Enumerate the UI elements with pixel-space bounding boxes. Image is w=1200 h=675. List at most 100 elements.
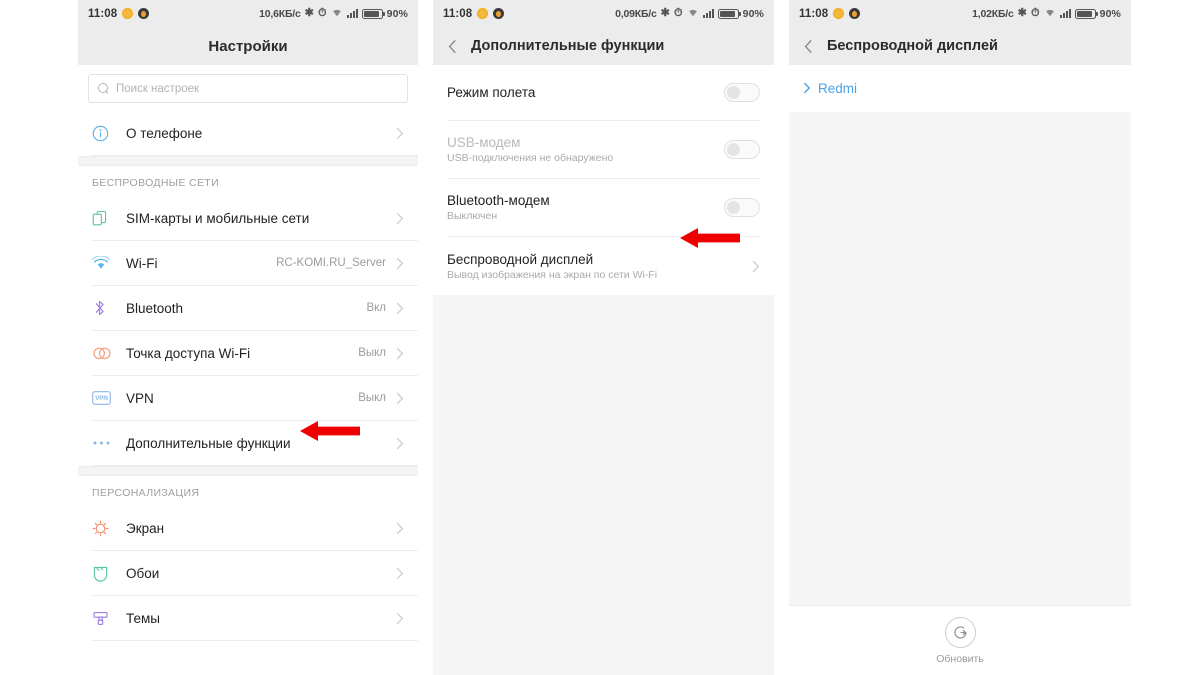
row-wifi[interactable]: Wi-Fi RC-KOMI.RU_Server — [92, 241, 418, 286]
wifi-icon — [331, 7, 343, 20]
screenshot-canvas: 11:08 10,6КБ/c ✱ ⏱ 90% Настройки Поиск н… — [0, 0, 1200, 675]
chevron-right-icon — [803, 82, 811, 96]
status-bar: 11:08 0,09КБ/c ✱ ⏱ 90% — [433, 0, 774, 27]
app-dark-icon — [849, 8, 861, 19]
row-additional-features[interactable]: Дополнительные функции — [92, 421, 418, 466]
back-button[interactable] — [789, 27, 827, 65]
chevron-right-icon — [396, 392, 404, 405]
row-wifi-hotspot[interactable]: Точка доступа Wi-Fi Выкл — [92, 331, 418, 376]
title-bar: Настройки — [78, 27, 418, 65]
row-label: USB-модем — [447, 135, 521, 150]
device-list-item-redmi[interactable]: Redmi — [789, 65, 1131, 112]
refresh-icon — [953, 625, 967, 638]
row-value: Вкл — [366, 302, 386, 314]
more-dots-icon — [92, 440, 126, 446]
chevron-right-icon — [396, 212, 404, 225]
section-gap — [78, 156, 418, 166]
back-button[interactable] — [433, 27, 471, 65]
bluetooth-icon — [92, 299, 126, 317]
refresh-label: Обновить — [936, 652, 984, 665]
section-header-wireless: БЕСПРОВОДНЫЕ СЕТИ — [78, 166, 418, 196]
section-header-personalization: ПЕРСОНАЛИЗАЦИЯ — [78, 476, 418, 506]
row-airplane-mode[interactable]: Режим полета — [447, 65, 760, 121]
row-label: Wi-Fi — [126, 255, 158, 271]
empty-area — [433, 295, 774, 675]
row-themes[interactable]: Темы — [92, 596, 418, 641]
signal-icon — [702, 9, 714, 18]
title-bar: Дополнительные функции — [433, 27, 774, 65]
refresh-button[interactable] — [944, 616, 976, 648]
device-name: Redmi — [818, 81, 858, 96]
battery-percent: 90% — [742, 7, 764, 20]
row-bluetooth[interactable]: Bluetooth Вкл — [92, 286, 418, 331]
weather-sun-icon — [122, 8, 134, 19]
chevron-right-icon — [396, 302, 404, 315]
hotspot-icon — [92, 346, 126, 361]
title-bar: Беспроводной дисплей — [789, 27, 1131, 65]
vpn-icon: VPN — [92, 391, 126, 405]
row-wireless-display[interactable]: Беспроводной дисплей Вывод изображения н… — [447, 237, 760, 295]
row-sublabel: Выключен — [447, 210, 498, 222]
alarm-icon: ⏱ — [1030, 7, 1040, 19]
status-bar: 11:08 10,6КБ/c ✱ ⏱ 90% — [78, 0, 418, 27]
status-bar-right: 0,09КБ/c ✱ ⏱ 90% — [615, 7, 764, 20]
themes-icon — [92, 610, 126, 627]
row-about-phone[interactable]: О телефоне — [92, 111, 418, 156]
page-title: Настройки — [208, 37, 288, 55]
info-icon — [92, 125, 126, 142]
row-label: Обои — [126, 565, 160, 581]
row-bluetooth-tethering[interactable]: Bluetooth-модем Выключен — [447, 179, 760, 237]
row-label: Bluetooth-модем — [447, 193, 550, 208]
wireless-display-body: Redmi Обновить — [789, 65, 1131, 675]
bluetooth-icon: ✱ — [660, 7, 670, 19]
chevron-right-icon — [396, 612, 404, 625]
chevron-right-icon — [752, 260, 760, 273]
display-icon — [92, 520, 126, 537]
chevron-right-icon — [396, 437, 404, 450]
row-display[interactable]: Экран — [92, 506, 418, 551]
row-usb-tethering[interactable]: USB-модем USB-подключения не обнаружено — [447, 121, 760, 179]
chevron-right-icon — [396, 127, 404, 140]
alarm-icon: ⏱ — [317, 7, 327, 19]
section-gap-2 — [78, 466, 418, 476]
status-bar-left: 11:08 — [443, 7, 505, 20]
chevron-right-icon — [396, 347, 404, 360]
status-bar-right: 10,6КБ/c ✱ ⏱ 90% — [259, 7, 408, 20]
page-title: Дополнительные функции — [471, 38, 665, 54]
status-time: 11:08 — [443, 7, 473, 20]
chevron-right-icon — [396, 522, 404, 535]
network-speed: 10,6КБ/c — [259, 7, 301, 20]
row-text: USB-модем USB-подключения не обнаружено — [447, 135, 613, 164]
row-wallpaper[interactable]: Обои — [92, 551, 418, 596]
row-label: Точка доступа Wi-Fi — [126, 345, 251, 361]
row-label: Беспроводной дисплей — [447, 251, 594, 267]
usb-tethering-toggle[interactable] — [724, 140, 760, 159]
network-speed: 1,02КБ/c — [972, 7, 1014, 20]
status-time: 11:08 — [88, 7, 118, 20]
status-bar-left: 11:08 — [799, 7, 861, 20]
status-bar-right: 1,02КБ/c ✱ ⏱ 90% — [972, 7, 1121, 20]
row-text: Беспроводной дисплей Вывод изображения н… — [447, 252, 657, 281]
battery-icon — [717, 8, 741, 19]
phone-screen-additional-features: 11:08 0,09КБ/c ✱ ⏱ 90% Дополнительные фу… — [433, 0, 774, 675]
row-value: RC-KOMI.RU_Server — [276, 257, 386, 269]
search-container: Поиск настроек — [78, 65, 418, 111]
row-text: Bluetooth-модем Выключен — [447, 193, 550, 222]
row-label: VPN — [126, 390, 154, 406]
status-time: 11:08 — [799, 7, 829, 20]
back-chevron-icon — [448, 39, 456, 53]
row-sim-cards[interactable]: SIM-карты и мобильные сети — [92, 196, 418, 241]
phone-screen-wireless-display: 11:08 1,02КБ/c ✱ ⏱ 90% Беспроводной дисп… — [789, 0, 1131, 675]
bluetooth-tethering-toggle[interactable] — [724, 198, 760, 217]
row-value: Выкл — [358, 392, 386, 404]
settings-body: Поиск настроек О телефоне БЕСПРОВОДНЫЕ С… — [78, 65, 418, 675]
wallpaper-icon — [92, 565, 126, 582]
airplane-mode-toggle[interactable] — [724, 83, 760, 102]
row-label: Темы — [126, 610, 160, 626]
row-vpn[interactable]: VPN VPN Выкл — [92, 376, 418, 421]
signal-icon — [1059, 9, 1071, 18]
search-input[interactable]: Поиск настроек — [88, 74, 408, 103]
battery-icon — [361, 8, 385, 19]
chevron-right-icon — [396, 567, 404, 580]
battery-percent: 90% — [386, 7, 408, 20]
